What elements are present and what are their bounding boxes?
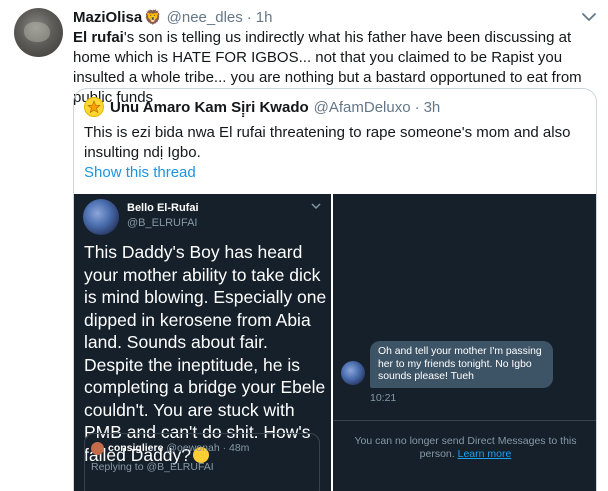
dm-timestamp: 10:21 xyxy=(370,392,397,404)
dm-notice: You can no longer send Direct Messages t… xyxy=(348,435,583,461)
screenshot-tweet-body: This Daddy's Boy has heard your mother a… xyxy=(84,242,327,465)
lion-emoji: 🦁 xyxy=(144,8,162,25)
quoted-avatar[interactable] xyxy=(84,97,104,117)
tweet[interactable]: MaziOlisa 🦁 @nee_dles · 1h El rufai's so… xyxy=(0,0,608,491)
reply-card-header: consigliere @oewonah · 48m xyxy=(108,442,249,454)
screenshot-avatar xyxy=(83,199,119,235)
screenshot-image-left[interactable]: Bello El-Rufai @B_ELRUFAI This Daddy's B… xyxy=(74,194,331,491)
show-thread-link[interactable]: Show this thread xyxy=(84,164,196,181)
display-name[interactable]: MaziOlisa xyxy=(73,9,142,26)
quoted-handle[interactable]: @AfamDeluxo xyxy=(314,99,411,116)
quoted-tweet[interactable]: Unu Amaro Kam Sị̣ri Kwado @AfamDeluxo · … xyxy=(73,88,597,491)
avatar[interactable] xyxy=(14,8,63,57)
quoted-tweet-header: Unu Amaro Kam Sị̣ri Kwado @AfamDeluxo · … xyxy=(84,97,440,117)
reply-card-avatar xyxy=(91,442,104,455)
tweet-text-bold: El rufai xyxy=(73,29,124,46)
dm-message-bubble: Oh and tell your mother I'm passing her … xyxy=(370,341,553,388)
reply-card-name: consigliere xyxy=(108,442,164,454)
separator-dot: · xyxy=(414,98,420,116)
separator-dot: · xyxy=(246,8,252,26)
star-icon xyxy=(87,100,101,114)
quoted-timestamp[interactable]: 3h xyxy=(424,99,441,116)
divider xyxy=(333,420,596,421)
screenshot-display-name: Bello El-Rufai xyxy=(127,202,199,214)
reply-card-replying-to: Replying to @B_ELRUFAI xyxy=(91,461,214,473)
timestamp[interactable]: 1h xyxy=(256,9,273,26)
screenshot-handle: @B_ELRUFAI xyxy=(127,217,198,229)
tweet-header: MaziOlisa 🦁 @nee_dles · 1h xyxy=(73,7,568,27)
screenshot-reply-card: consigliere @oewonah · 48m Replying to @… xyxy=(84,433,320,491)
attached-images[interactable]: Bello El-Rufai @B_ELRUFAI This Daddy's B… xyxy=(74,194,596,491)
handle[interactable]: @nee_dles xyxy=(167,9,243,26)
reply-card-handle: @oewonah · 48m xyxy=(166,442,250,454)
screenshot-image-right[interactable]: Oh and tell your mother I'm passing her … xyxy=(333,194,596,491)
quoted-tweet-text: This is ezi bida nwa El rufai threatenin… xyxy=(84,124,571,161)
chevron-down-icon[interactable] xyxy=(580,10,598,24)
quoted-display-name[interactable]: Unu Amaro Kam Sị̣ri Kwado xyxy=(110,99,309,116)
chevron-down-icon xyxy=(311,203,321,209)
dm-avatar xyxy=(341,361,365,385)
learn-more-link: Learn more xyxy=(457,448,512,460)
